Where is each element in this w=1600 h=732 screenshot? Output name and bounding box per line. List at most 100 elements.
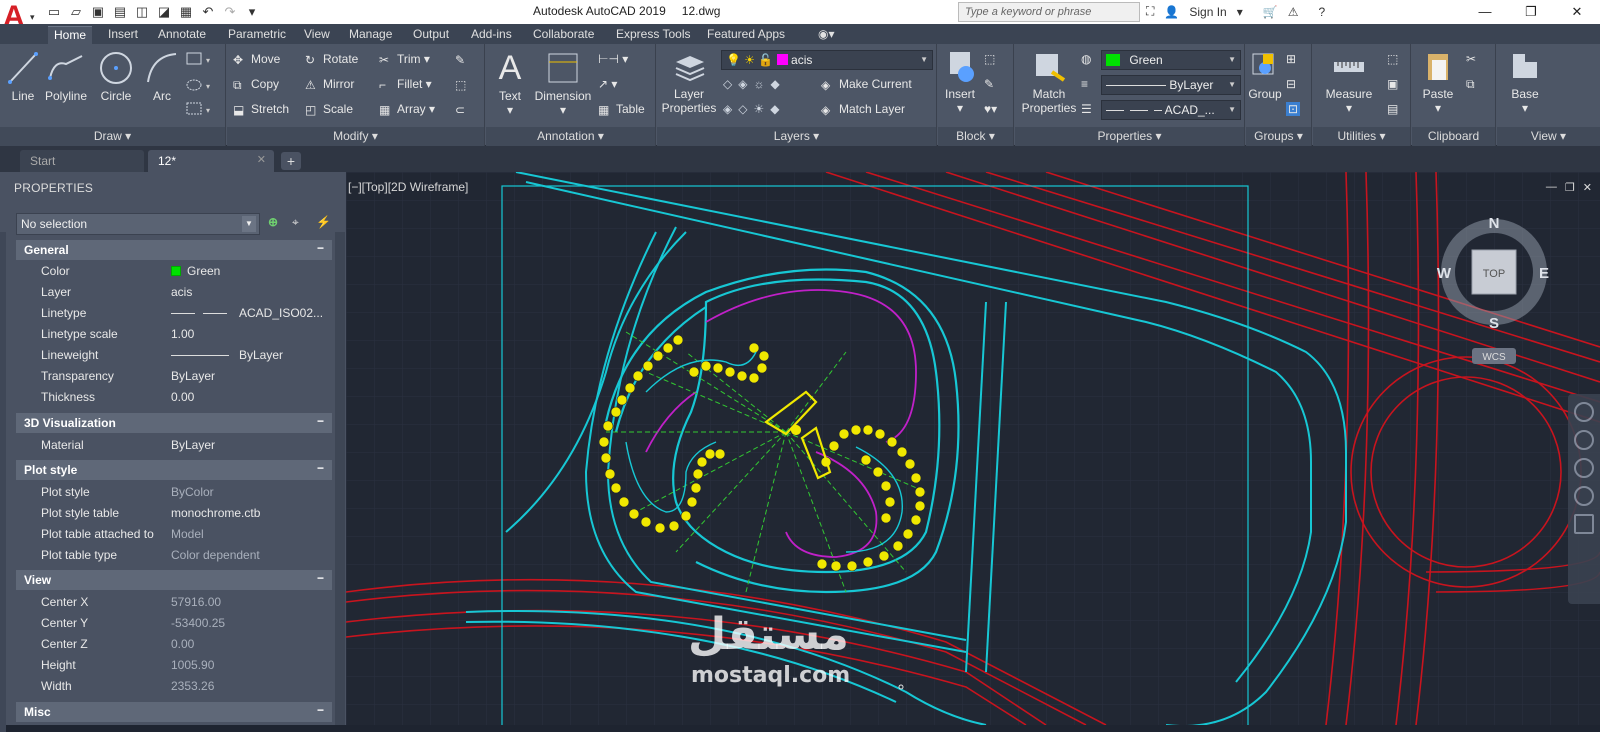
user-icon[interactable]: 👤 bbox=[1164, 5, 1179, 19]
orbit-icon[interactable] bbox=[1574, 486, 1594, 506]
section-general[interactable]: General − bbox=[16, 240, 332, 260]
lineweight-dropdown[interactable]: ByLayer ▼ bbox=[1101, 75, 1241, 95]
prop-row[interactable]: Plot table type Color dependent bbox=[16, 545, 332, 566]
block-attribute-button[interactable]: ♥▾ bbox=[984, 102, 997, 116]
prop-row[interactable]: Lineweight ByLayer bbox=[16, 345, 332, 366]
prop-row[interactable]: Transparency ByLayer bbox=[16, 366, 332, 387]
scale-button[interactable]: ◰ Scale bbox=[305, 102, 353, 117]
copy-clip-button[interactable]: ⧉ bbox=[1466, 77, 1475, 92]
layer-properties-button[interactable]: Layer Properties bbox=[659, 50, 719, 115]
compass-west[interactable]: W bbox=[1437, 265, 1452, 282]
prop-row[interactable]: Thickness 0.00 bbox=[16, 387, 332, 408]
erase-button[interactable]: ✎ bbox=[455, 52, 473, 67]
palette-grip[interactable] bbox=[0, 232, 6, 732]
offset-button[interactable]: ⊂ bbox=[455, 102, 473, 117]
panel-layers-title[interactable]: Layers ▾ bbox=[657, 127, 936, 146]
prop-row[interactable]: Plot style ByColor bbox=[16, 482, 332, 503]
close-tab-icon[interactable]: ✕ bbox=[257, 153, 266, 166]
autodesk-app-icon[interactable]: ⚠ bbox=[1288, 5, 1299, 19]
prop-row[interactable]: Linetype scale 1.00 bbox=[16, 324, 332, 345]
linear-dim-button[interactable]: ⊢⊣ ▾ bbox=[598, 52, 628, 66]
tab-parametric[interactable]: Parametric bbox=[222, 26, 292, 44]
prop-row[interactable]: Color Green bbox=[16, 261, 332, 282]
drawing-area[interactable] bbox=[346, 172, 1600, 725]
help-search-input[interactable]: Type a keyword or phrase bbox=[958, 2, 1140, 22]
ribbon-options-icon[interactable]: ◉▾ bbox=[812, 26, 841, 44]
tab-collaborate[interactable]: Collaborate bbox=[527, 26, 600, 44]
steering-wheel-icon[interactable] bbox=[1574, 402, 1594, 422]
close-viewport-icon[interactable]: ✕ bbox=[1583, 181, 1592, 194]
layer-tools-row-1[interactable]: ◇◈☼◆ bbox=[723, 77, 786, 91]
make-current-button[interactable]: ◈ Make Current bbox=[821, 77, 912, 92]
close-icon[interactable]: ✕ bbox=[1554, 0, 1600, 24]
help-icon[interactable]: ? bbox=[1318, 5, 1325, 19]
section-view[interactable]: View − bbox=[16, 570, 332, 590]
tab-view[interactable]: View bbox=[298, 26, 336, 44]
line-button[interactable]: Line bbox=[6, 50, 40, 103]
new-tab-button[interactable]: + bbox=[281, 152, 301, 170]
panel-clipboard-title[interactable]: Clipboard bbox=[1412, 127, 1495, 146]
compass-east[interactable]: E bbox=[1539, 265, 1549, 282]
quick-select-button[interactable]: ⬚ bbox=[1387, 52, 1398, 66]
sign-in-link[interactable]: Sign In bbox=[1189, 5, 1226, 19]
panel-draw-title[interactable]: Draw ▾ bbox=[0, 127, 225, 146]
layer-dropdown[interactable]: 💡 ☀ 🔓 acis ▼ bbox=[721, 50, 933, 70]
quick-select-icon[interactable]: ⚡ bbox=[316, 215, 332, 231]
group-select-button[interactable]: ⊡ bbox=[1286, 102, 1301, 116]
panel-view-title[interactable]: View ▾ bbox=[1497, 127, 1600, 146]
trim-button[interactable]: ✂ Trim ▾ bbox=[379, 52, 430, 67]
panel-annotation-title[interactable]: Annotation ▾ bbox=[486, 127, 655, 146]
layer-tools-row-2[interactable]: ◈◇☀◆ bbox=[723, 102, 785, 116]
tab-home[interactable]: Home bbox=[48, 26, 93, 44]
linetype-dropdown[interactable]: ACAD_... ▼ bbox=[1101, 100, 1241, 120]
text-button[interactable]: A Text ▾ bbox=[492, 50, 528, 117]
group-button[interactable]: Group bbox=[1246, 50, 1284, 101]
new-file-icon[interactable]: ▭ bbox=[46, 4, 62, 20]
insert-block-button[interactable]: Insert ▾ bbox=[940, 50, 980, 115]
cart-icon[interactable]: 🛒 bbox=[1263, 5, 1278, 19]
prop-row[interactable]: Height 1005.90 bbox=[16, 655, 332, 676]
polyline-button[interactable]: Polyline bbox=[42, 50, 90, 103]
open-file-icon[interactable]: ▱ bbox=[68, 4, 84, 20]
prop-row[interactable]: Linetype ACAD_ISO02... bbox=[16, 303, 332, 324]
select-all-button[interactable]: ▣ bbox=[1387, 77, 1398, 91]
array-button[interactable]: ▦ Array ▾ bbox=[379, 102, 435, 117]
maximize-icon[interactable]: ❐ bbox=[1508, 0, 1554, 24]
save-icon[interactable]: ▣ bbox=[90, 4, 106, 20]
table-button[interactable]: ▦ Table bbox=[598, 102, 645, 117]
match-layer-button[interactable]: ◈ Match Layer bbox=[821, 102, 905, 117]
viewport-label[interactable]: [−][Top][2D Wireframe] bbox=[348, 180, 468, 194]
sign-in-chevron-icon[interactable]: ▾ bbox=[1237, 5, 1243, 19]
tab-insert[interactable]: Insert bbox=[102, 26, 144, 44]
circle-button[interactable]: Circle bbox=[96, 50, 136, 103]
panel-groups-title[interactable]: Groups ▾ bbox=[1246, 127, 1311, 146]
leader-button[interactable]: ↗ ▾ bbox=[598, 77, 617, 91]
redo-icon[interactable]: ↷ bbox=[222, 4, 238, 20]
measure-button[interactable]: Measure ▾ bbox=[1319, 50, 1379, 115]
hatch-button[interactable]: ▾ bbox=[186, 78, 214, 95]
pan-icon[interactable] bbox=[1574, 430, 1594, 450]
tab-add-ins[interactable]: Add-ins bbox=[465, 26, 518, 44]
tab-annotate[interactable]: Annotate bbox=[152, 26, 212, 44]
mirror-button[interactable]: ⚠ Mirror bbox=[305, 77, 354, 92]
color-dropdown[interactable]: Green ▼ bbox=[1101, 50, 1241, 70]
panel-utilities-title[interactable]: Utilities ▾ bbox=[1313, 127, 1410, 146]
gradient-button[interactable]: ▾ bbox=[186, 102, 214, 119]
tab-manage[interactable]: Manage bbox=[343, 26, 398, 44]
copy-button[interactable]: ⧉ Copy bbox=[233, 77, 279, 92]
plot-icon[interactable]: ▦ bbox=[178, 4, 194, 20]
stretch-button[interactable]: ⬓ Stretch bbox=[233, 102, 289, 117]
tab-output[interactable]: Output bbox=[407, 26, 455, 44]
calculator-button[interactable]: ▤ bbox=[1387, 102, 1398, 116]
rectangle-button[interactable]: ▾ bbox=[186, 52, 214, 69]
minimize-viewport-icon[interactable]: — bbox=[1546, 181, 1557, 194]
tab-start[interactable]: Start bbox=[20, 150, 144, 172]
tab-express-tools[interactable]: Express Tools bbox=[610, 26, 696, 44]
match-properties-button[interactable]: Match Properties bbox=[1017, 50, 1081, 115]
tab-drawing-12[interactable]: 12* ✕ bbox=[148, 150, 274, 172]
showmotion-icon[interactable] bbox=[1574, 514, 1594, 534]
customize-qat-icon[interactable]: ▾ bbox=[244, 4, 260, 20]
base-view-button[interactable]: Base ▾ bbox=[1503, 50, 1547, 115]
panel-block-title[interactable]: Block ▾ bbox=[938, 127, 1013, 146]
paste-button[interactable]: Paste ▾ bbox=[1418, 50, 1458, 115]
